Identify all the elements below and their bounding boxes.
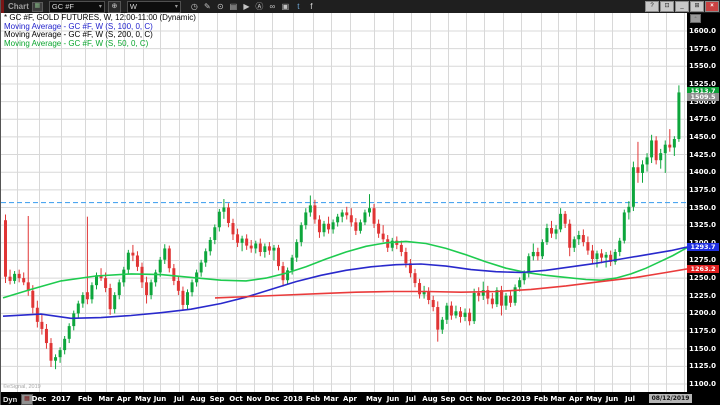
chart-canvas[interactable]: * GC #F, GOLD FUTURES, W, 12:00-11:00 (D… <box>1 13 688 392</box>
watermark: ©eSignal, 2019 <box>3 384 41 390</box>
price-tick-label: 1400.0 <box>689 168 717 177</box>
minimize-button[interactable]: _ <box>675 1 689 12</box>
link-icon[interactable]: ∞ <box>267 1 278 12</box>
toolbar: Chart ▦ GC #F ▾ ⊕ W ▾ ◷ ✎ ⊙ ▤ ▶ Ⓐ ∞ ▣ t f ? ⊡ _ ⊞ × <box>1 0 720 14</box>
close-button[interactable]: × <box>705 1 719 12</box>
chart-window-label: Chart <box>8 2 29 11</box>
time-tick-label: Apr <box>343 395 357 403</box>
price-tick-label: 1200.0 <box>689 309 717 318</box>
pane-button[interactable]: ⊡ <box>660 1 674 12</box>
chart-legend: * GC #F, GOLD FUTURES, W, 12:00-11:00 (D… <box>4 13 196 48</box>
chevron-down-icon[interactable]: ▾ <box>95 3 102 10</box>
facebook-icon[interactable]: f <box>306 1 317 12</box>
play-icon[interactable]: ▶ <box>241 1 252 12</box>
cursor-date-badge: 08/12/2019 <box>649 394 692 403</box>
window-buttons: ? ⊡ _ ⊞ × <box>644 1 719 12</box>
price-tick-label: 1475.0 <box>689 115 717 124</box>
pencil-draw-icon[interactable]: ✎ <box>202 1 213 12</box>
zoom-tool-icon[interactable]: ⊙ <box>215 1 226 12</box>
symbol-input[interactable]: GC #F ▾ <box>48 0 105 13</box>
symbol-search-icon[interactable]: ⊕ <box>107 0 121 13</box>
alerts-icon[interactable]: Ⓐ <box>254 1 265 12</box>
legend-line-3: Moving Average - GC #F, W (S, 50, 0, C) <box>4 38 149 48</box>
candlestick-chart[interactable] <box>1 13 688 392</box>
price-tick-label: 1125.0 <box>689 362 717 371</box>
window-accent <box>1 0 4 13</box>
dyn-mode-label: Dyn <box>3 395 18 404</box>
price-tick-label: 1450.0 <box>689 132 717 141</box>
price-tick-label: 1550.0 <box>689 62 717 71</box>
interval-value: W <box>129 2 137 11</box>
pane-restore-icon[interactable]: ▫ <box>690 14 701 23</box>
toolbar-icon-row: ◷ ✎ ⊙ ▤ ▶ Ⓐ ∞ ▣ t f <box>187 1 317 12</box>
price-tick-label: 1175.0 <box>689 327 717 336</box>
price-tick-label: 1100.0 <box>689 380 717 388</box>
news-icon[interactable]: ▤ <box>228 1 239 12</box>
price-tick-label: 1350.0 <box>689 203 717 212</box>
chart-grid-icon[interactable]: ▦ <box>31 1 43 12</box>
price-tick-label: 1575.0 <box>689 44 717 53</box>
price-tick-label: 1225.0 <box>689 291 717 300</box>
settlement-badge: 1509.5 <box>687 93 719 101</box>
price-tick-label: 1250.0 <box>689 274 717 283</box>
time-tick-label: Jul <box>625 395 635 403</box>
restore-button[interactable]: ⊞ <box>690 1 704 12</box>
time-axis[interactable]: Dyn ▦ 08/12/2019 Dec 2017 Feb Mar Apr May Jun J… <box>1 392 720 405</box>
price-tick-label: 1425.0 <box>689 150 717 159</box>
ma200-badge: 1263.2 <box>687 264 719 273</box>
help-button[interactable]: ? <box>645 1 659 12</box>
price-tick-label: 1150.0 <box>689 344 717 353</box>
price-axis[interactable]: ▫ 1600.0 1575.0 1550.0 1525.0 1500.0 1475.0 14… <box>687 13 720 392</box>
price-tick-label: 1600.0 <box>689 27 717 35</box>
clock-icon[interactable]: ◷ <box>189 1 200 12</box>
price-tick-label: 1375.0 <box>689 185 717 194</box>
interval-input[interactable]: W ▾ <box>126 0 181 13</box>
symbol-value: GC #F <box>51 2 74 11</box>
chevron-down-icon[interactable]: ▾ <box>171 3 178 10</box>
price-tick-label: 1325.0 <box>689 221 717 230</box>
ma100-badge: 1293.7 <box>687 243 719 252</box>
twitter-icon[interactable]: t <box>293 1 304 12</box>
price-tick-label: 1275.0 <box>689 256 717 265</box>
time-tick-label: 2017 <box>51 395 71 403</box>
comment-icon[interactable]: ▣ <box>280 1 291 12</box>
